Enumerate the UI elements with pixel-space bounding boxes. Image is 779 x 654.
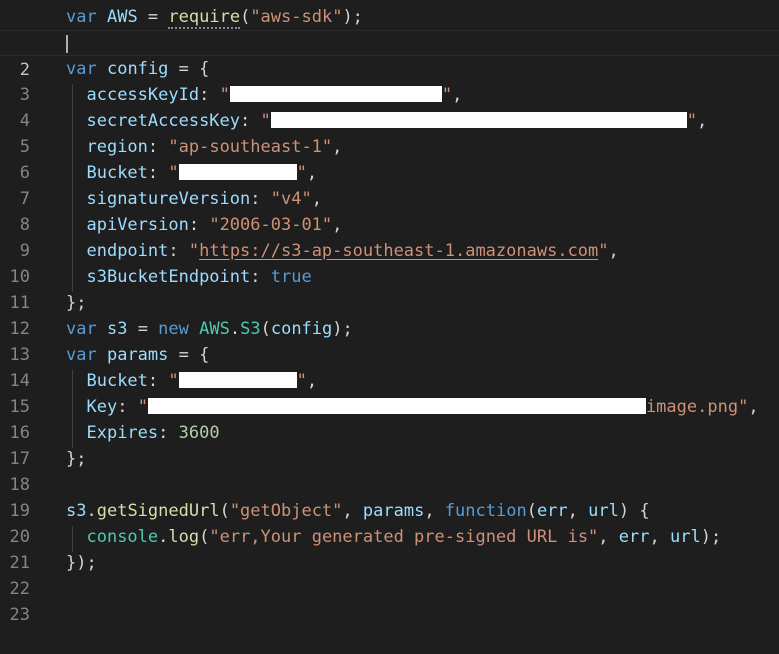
code-text[interactable]: s3BucketEndpoint: true [66, 264, 311, 290]
redacted-bucket [178, 163, 297, 180]
code-text[interactable]: Bucket: " ", [66, 160, 317, 186]
code-text[interactable]: Expires: 3600 [66, 420, 219, 446]
code-line-3[interactable]: 3 var config = { [0, 56, 779, 105]
code-editor[interactable]: 1 var AWS = require("aws-sdk"); 2 3 var … [0, 0, 779, 625]
code-line-14[interactable]: 14 var params = { [0, 342, 779, 391]
code-text[interactable]: signatureVersion: "v4", [66, 186, 321, 212]
code-text[interactable]: s3.getSignedUrl("getObject", params, fun… [66, 498, 650, 524]
code-text[interactable]: endpoint: "https://s3-ap-southeast-1.ama… [66, 238, 618, 264]
code-line-7[interactable]: 7 Bucket: " ", [0, 160, 779, 209]
code-text[interactable]: console.log("err,Your generated pre-sign… [66, 524, 721, 550]
code-text[interactable]: var params = { [66, 342, 209, 368]
code-line-22[interactable]: 22 }); [0, 550, 779, 599]
code-line-19[interactable]: 19 [0, 472, 779, 521]
code-text[interactable]: }; [66, 446, 86, 472]
code-line-1[interactable]: 1 var AWS = require("aws-sdk"); [0, 4, 779, 53]
redacted-key-path [147, 397, 646, 414]
code-line-13[interactable]: 13 var s3 = new AWS.S3(config); [0, 316, 779, 365]
code-text[interactable]: accessKeyId: " ", [66, 82, 462, 108]
code-line-12[interactable]: 12 }; [0, 290, 779, 339]
code-line-2[interactable]: 2 [0, 30, 779, 80]
line-number: 23 [9, 605, 30, 625]
code-text[interactable]: var AWS = require("aws-sdk"); [66, 4, 363, 30]
code-line-5[interactable]: 5 secretAccessKey: " ", [0, 108, 779, 157]
code-text[interactable]: }); [66, 550, 97, 576]
code-line-4[interactable]: 4 accessKeyId: " ", [0, 82, 779, 131]
code-text[interactable]: secretAccessKey: " ", [66, 108, 707, 134]
code-line-10[interactable]: 10 endpoint: "https://s3-ap-southeast-1.… [0, 238, 779, 287]
code-line-8[interactable]: 8 signatureVersion: "v4", [0, 186, 779, 235]
code-line-16[interactable]: 16 Key: " image.png", [0, 394, 779, 443]
endpoint-link[interactable]: https://s3-ap-southeast-1.amazonaws.com [199, 241, 598, 261]
redacted-access-key [229, 85, 442, 102]
code-line-21[interactable]: 21 console.log("err,Your generated pre-s… [0, 524, 779, 573]
redacted-secret-key [270, 111, 687, 128]
code-text[interactable]: region: "ap-southeast-1", [66, 134, 342, 160]
code-text[interactable]: }; [66, 290, 86, 316]
code-line-9[interactable]: 9 apiVersion: "2006-03-01", [0, 212, 779, 261]
code-text[interactable]: var config = { [66, 56, 209, 82]
text-cursor [66, 35, 68, 53]
redacted-bucket [178, 371, 297, 388]
code-line-6[interactable]: 6 region: "ap-southeast-1", [0, 134, 779, 183]
code-line-15[interactable]: 15 Bucket: " ", [0, 368, 779, 417]
code-line-23[interactable]: 23 [0, 576, 779, 625]
code-line-18[interactable]: 18 }; [0, 446, 779, 495]
code-line-20[interactable]: 20 s3.getSignedUrl("getObject", params, … [0, 498, 779, 547]
code-text[interactable]: apiVersion: "2006-03-01", [66, 212, 342, 238]
code-text[interactable]: Bucket: " ", [66, 368, 317, 394]
code-line-11[interactable]: 11 s3BucketEndpoint: true [0, 264, 779, 313]
code-line-17[interactable]: 17 Expires: 3600 [0, 420, 779, 469]
code-text[interactable]: Key: " image.png", [66, 394, 758, 420]
code-text[interactable]: var s3 = new AWS.S3(config); [66, 316, 353, 342]
